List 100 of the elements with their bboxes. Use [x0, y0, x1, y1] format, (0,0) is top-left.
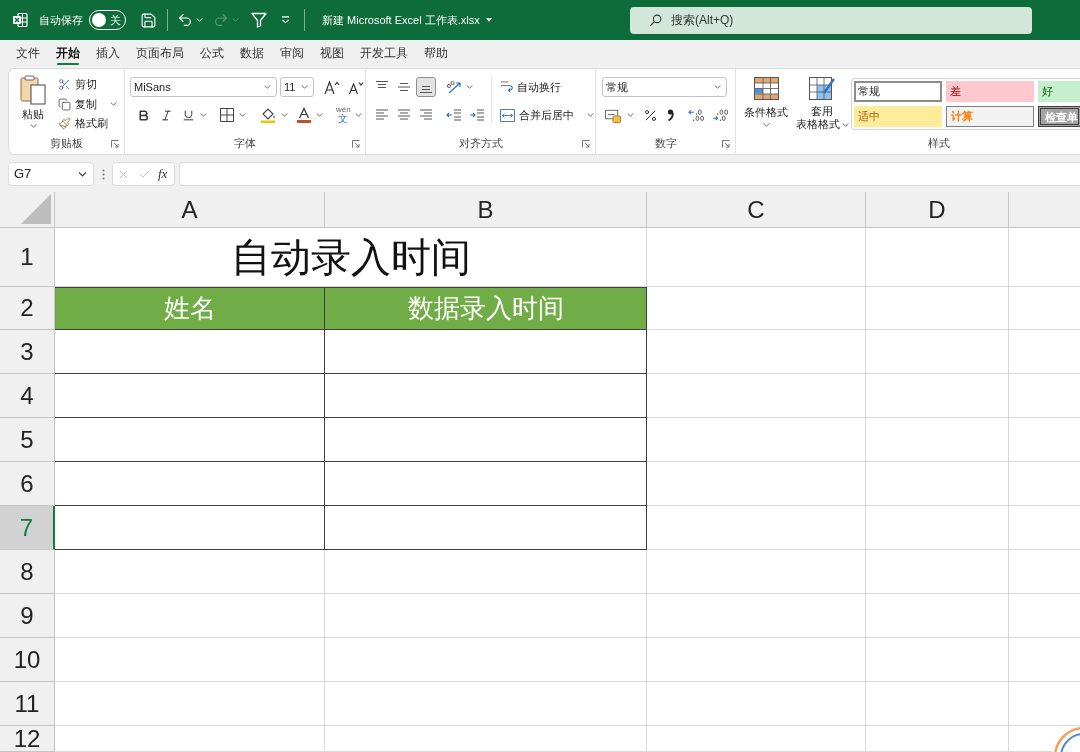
increase-decimal-icon[interactable] — [688, 108, 705, 122]
empty-cell[interactable] — [866, 374, 1009, 418]
empty-cell[interactable] — [325, 682, 647, 726]
font-size-dropdown[interactable]: 11 — [280, 77, 314, 97]
ribbon-tab[interactable]: 开始 — [48, 40, 88, 67]
empty-cell[interactable] — [647, 228, 866, 287]
merge-center-button[interactable]: 合并后居中 — [500, 105, 594, 125]
row-header[interactable]: 8 — [0, 550, 55, 594]
empty-cell[interactable] — [866, 228, 1009, 287]
grow-font-icon[interactable] — [324, 79, 340, 95]
search-field[interactable]: 搜索(Alt+Q) — [630, 6, 1032, 34]
ribbon-tab[interactable]: 视图 — [312, 40, 352, 67]
cell-style-option[interactable]: 适中 — [854, 105, 942, 127]
ribbon-tab[interactable]: 页面布局 — [128, 40, 192, 67]
row-header[interactable]: 2 — [0, 287, 55, 330]
formula-input[interactable] — [179, 162, 1080, 186]
format-as-table-button[interactable]: 套用 表格格式 — [795, 74, 849, 132]
ribbon-tab[interactable]: 审阅 — [272, 40, 312, 67]
dialog-launcher-icon[interactable] — [722, 140, 730, 148]
vertical-dots-icon[interactable] — [102, 168, 105, 180]
empty-cell[interactable] — [866, 638, 1009, 682]
column-header[interactable]: D — [866, 192, 1009, 228]
cell-style-option[interactable]: 常规 — [854, 81, 942, 102]
bold-icon[interactable] — [137, 108, 150, 122]
empty-cell[interactable] — [866, 550, 1009, 594]
percent-icon[interactable] — [643, 107, 658, 123]
insert-function-button[interactable]: fx — [158, 164, 168, 184]
ribbon-tab[interactable]: 文件 — [8, 40, 48, 67]
empty-cell[interactable] — [647, 594, 866, 638]
empty-cell[interactable] — [866, 682, 1009, 726]
row-header[interactable]: 12 — [0, 726, 55, 752]
comma-icon[interactable] — [667, 109, 674, 121]
empty-cell[interactable] — [866, 418, 1009, 462]
format-painter-button[interactable]: 格式刷 — [58, 115, 117, 132]
empty-cell[interactable] — [325, 594, 647, 638]
decrease-indent-icon[interactable] — [446, 108, 462, 122]
underline-button[interactable] — [182, 108, 207, 122]
borders-button[interactable] — [220, 108, 246, 122]
paste-button[interactable]: 粘贴 — [14, 75, 52, 132]
spreadsheet-logo-icon[interactable] — [12, 12, 28, 28]
row-header[interactable]: 6 — [0, 462, 55, 506]
cell-style-option[interactable]: 差 — [946, 81, 1034, 102]
row-header[interactable]: 4 — [0, 374, 55, 418]
table-cell[interactable] — [55, 462, 325, 506]
ribbon-tab[interactable]: 插入 — [88, 40, 128, 67]
cell-style-option[interactable]: 好 — [1038, 81, 1080, 102]
empty-cell[interactable] — [866, 594, 1009, 638]
empty-cell[interactable] — [647, 638, 866, 682]
ribbon-tab[interactable]: 公式 — [192, 40, 232, 67]
fill-color-button[interactable] — [260, 107, 288, 123]
table-cell[interactable] — [55, 330, 325, 374]
empty-cell[interactable] — [325, 638, 647, 682]
empty-cell[interactable] — [866, 726, 1009, 752]
empty-cell[interactable] — [647, 462, 866, 506]
wrap-text-button[interactable]: 自动换行 — [500, 77, 594, 97]
shrink-font-icon[interactable] — [348, 79, 364, 95]
empty-cell[interactable] — [866, 287, 1009, 330]
empty-cell[interactable] — [866, 462, 1009, 506]
empty-cell[interactable] — [647, 550, 866, 594]
column-header[interactable]: C — [647, 192, 866, 228]
dialog-launcher-icon[interactable] — [111, 140, 119, 148]
table-cell[interactable] — [325, 462, 647, 506]
conditional-formatting-button[interactable]: 条件格式 — [740, 74, 792, 132]
font-name-dropdown[interactable]: MiSans — [130, 77, 277, 97]
customize-menu-icon[interactable] — [281, 16, 290, 24]
empty-cell[interactable] — [647, 682, 866, 726]
dialog-launcher-icon[interactable] — [352, 140, 360, 148]
number-format-dropdown[interactable]: 常规 — [602, 77, 727, 97]
row-header[interactable]: 5 — [0, 418, 55, 462]
empty-cell[interactable] — [866, 506, 1009, 550]
filter-icon[interactable] — [251, 12, 267, 28]
decrease-decimal-icon[interactable] — [712, 108, 729, 122]
row-header[interactable]: 11 — [0, 682, 55, 726]
row-header[interactable]: 10 — [0, 638, 55, 682]
table-cell[interactable] — [55, 506, 325, 550]
cut-button[interactable]: 剪切 — [58, 76, 117, 93]
save-icon[interactable] — [140, 11, 157, 29]
empty-cell[interactable] — [647, 418, 866, 462]
name-box[interactable]: G7 — [8, 162, 94, 186]
column-header[interactable]: A — [55, 192, 325, 228]
text-orientation-button[interactable] — [446, 80, 473, 94]
ribbon-tab[interactable]: 帮助 — [416, 40, 456, 67]
empty-cell[interactable] — [325, 726, 647, 752]
table-cell[interactable] — [325, 330, 647, 374]
increase-indent-icon[interactable] — [469, 108, 485, 122]
empty-cell[interactable] — [647, 374, 866, 418]
empty-cell[interactable] — [647, 726, 866, 752]
round-logo-icon[interactable] — [1052, 726, 1080, 752]
undo-button[interactable] — [177, 12, 203, 28]
table-cell[interactable] — [325, 506, 647, 550]
file-name-button[interactable]: 新建 Microsoft Excel 工作表.xlsx — [322, 11, 492, 29]
row-header[interactable]: 9 — [0, 594, 55, 638]
table-cell[interactable] — [55, 418, 325, 462]
phonetic-guide-button[interactable]: wén 文 — [336, 106, 362, 124]
accounting-format-button[interactable] — [605, 107, 634, 123]
dialog-launcher-icon[interactable] — [582, 140, 590, 148]
italic-icon[interactable] — [160, 108, 173, 122]
empty-cell[interactable] — [647, 506, 866, 550]
copy-button[interactable]: 复制 — [58, 95, 117, 113]
column-header[interactable]: B — [325, 192, 647, 228]
